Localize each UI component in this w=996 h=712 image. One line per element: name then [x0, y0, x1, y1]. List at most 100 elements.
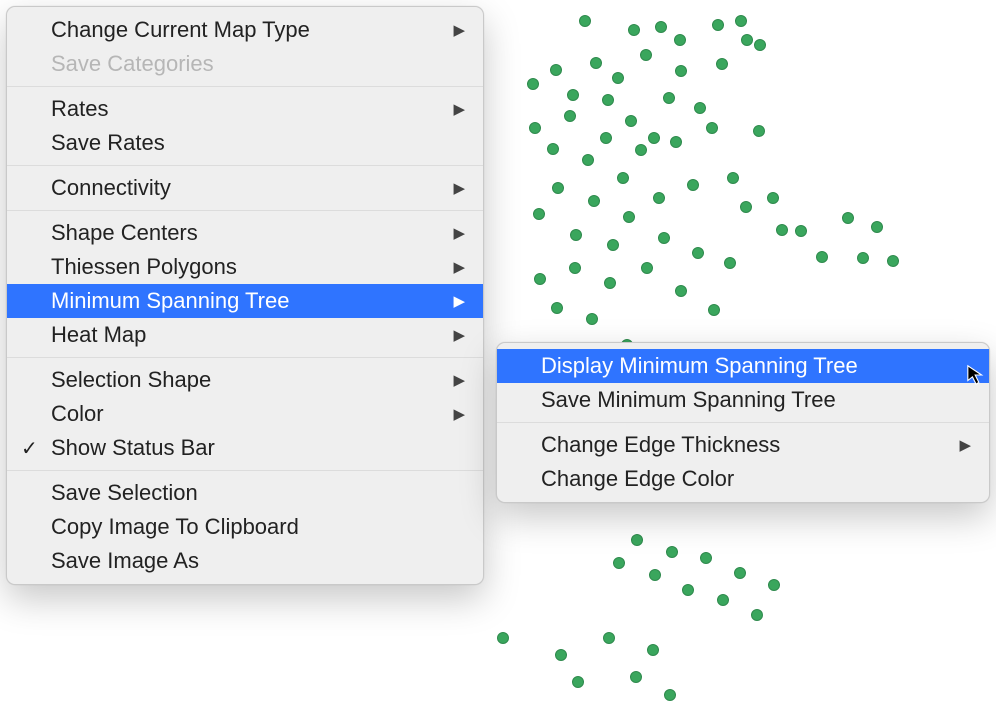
- scatter-dot: [857, 252, 869, 264]
- scatter-dot: [700, 552, 712, 564]
- menu-item-label: Save Categories: [51, 51, 465, 77]
- menu-item-selection-shape[interactable]: Selection Shape ▶: [7, 363, 483, 397]
- scatter-dot: [567, 89, 579, 101]
- menu-item-rates[interactable]: Rates ▶: [7, 92, 483, 126]
- scatter-dot: [582, 154, 594, 166]
- scatter-dot: [649, 569, 661, 581]
- scatter-dot: [795, 225, 807, 237]
- scatter-dot: [551, 302, 563, 314]
- mouse-cursor-icon: [966, 364, 988, 386]
- menu-item-save-categories: Save Categories: [7, 47, 483, 81]
- menu-separator: [7, 86, 483, 87]
- scatter-dot: [603, 632, 615, 644]
- menu-item-label: Display Minimum Spanning Tree: [541, 353, 971, 379]
- submenu-minimum-spanning-tree[interactable]: Display Minimum Spanning Tree Save Minim…: [496, 342, 990, 503]
- menu-separator: [7, 210, 483, 211]
- checkmark-icon: ✓: [21, 436, 38, 461]
- scatter-dot: [613, 557, 625, 569]
- scatter-dot: [706, 122, 718, 134]
- submenu-arrow-icon: ▶: [959, 436, 971, 454]
- menu-item-show-status-bar[interactable]: ✓ Show Status Bar: [7, 431, 483, 465]
- scatter-dot: [740, 201, 752, 213]
- scatter-dot: [687, 179, 699, 191]
- scatter-dot: [753, 125, 765, 137]
- scatter-dot: [628, 24, 640, 36]
- scatter-dot: [552, 182, 564, 194]
- scatter-dot: [675, 65, 687, 77]
- menu-separator: [7, 165, 483, 166]
- submenu-arrow-icon: ▶: [453, 258, 465, 276]
- menu-item-label: Copy Image To Clipboard: [51, 514, 465, 540]
- menu-item-label: Heat Map: [51, 322, 453, 348]
- scatter-dot: [751, 609, 763, 621]
- scatter-dot: [768, 579, 780, 591]
- submenu-item-change-edge-color[interactable]: Change Edge Color: [497, 462, 989, 496]
- scatter-dot: [564, 110, 576, 122]
- scatter-dot: [655, 21, 667, 33]
- menu-item-save-rates[interactable]: Save Rates: [7, 126, 483, 160]
- menu-item-label: Save Minimum Spanning Tree: [541, 387, 971, 413]
- scatter-dot: [712, 19, 724, 31]
- menu-item-shape-centers[interactable]: Shape Centers ▶: [7, 216, 483, 250]
- scatter-dot: [727, 172, 739, 184]
- scatter-dot: [640, 49, 652, 61]
- submenu-item-save-mst[interactable]: Save Minimum Spanning Tree: [497, 383, 989, 417]
- scatter-dot: [570, 229, 582, 241]
- scatter-dot: [674, 34, 686, 46]
- scatter-dot: [612, 72, 624, 84]
- scatter-dot: [776, 224, 788, 236]
- submenu-arrow-icon: ▶: [453, 371, 465, 389]
- scatter-dot: [767, 192, 779, 204]
- scatter-dot: [663, 92, 675, 104]
- scatter-dot: [716, 58, 728, 70]
- scatter-dot: [607, 239, 619, 251]
- scatter-dot: [816, 251, 828, 263]
- scatter-dot: [675, 285, 687, 297]
- scatter-dot: [527, 78, 539, 90]
- menu-item-label: Show Status Bar: [51, 435, 465, 461]
- menu-item-label: Minimum Spanning Tree: [51, 288, 453, 314]
- menu-item-connectivity[interactable]: Connectivity ▶: [7, 171, 483, 205]
- menu-item-minimum-spanning-tree[interactable]: Minimum Spanning Tree ▶: [7, 284, 483, 318]
- scatter-dot: [648, 132, 660, 144]
- scatter-dot: [600, 132, 612, 144]
- menu-item-label: Change Current Map Type: [51, 17, 453, 43]
- menu-item-color[interactable]: Color ▶: [7, 397, 483, 431]
- scatter-dot: [602, 94, 614, 106]
- menu-item-label: Connectivity: [51, 175, 453, 201]
- menu-item-label: Save Image As: [51, 548, 465, 574]
- scatter-dot: [692, 247, 704, 259]
- scatter-dot: [653, 192, 665, 204]
- scatter-dot: [708, 304, 720, 316]
- scatter-dot: [586, 313, 598, 325]
- menu-item-save-selection[interactable]: Save Selection: [7, 476, 483, 510]
- submenu-item-change-edge-thickness[interactable]: Change Edge Thickness ▶: [497, 428, 989, 462]
- scatter-dot: [572, 676, 584, 688]
- submenu-arrow-icon: ▶: [453, 326, 465, 344]
- scatter-dot: [735, 15, 747, 27]
- scatter-dot: [682, 584, 694, 596]
- menu-item-save-image-as[interactable]: Save Image As: [7, 544, 483, 578]
- scatter-dot: [588, 195, 600, 207]
- menu-separator: [497, 422, 989, 423]
- menu-item-copy-image-to-clipboard[interactable]: Copy Image To Clipboard: [7, 510, 483, 544]
- menu-item-label: Selection Shape: [51, 367, 453, 393]
- scatter-dot: [658, 232, 670, 244]
- scatter-dot: [670, 136, 682, 148]
- scatter-dot: [497, 632, 509, 644]
- menu-item-change-current-map-type[interactable]: Change Current Map Type ▶: [7, 13, 483, 47]
- scatter-dot: [623, 211, 635, 223]
- scatter-dot: [666, 546, 678, 558]
- scatter-dot: [647, 644, 659, 656]
- menu-separator: [7, 470, 483, 471]
- scatter-dot: [631, 534, 643, 546]
- submenu-arrow-icon: ▶: [453, 292, 465, 310]
- submenu-item-display-mst[interactable]: Display Minimum Spanning Tree: [497, 349, 989, 383]
- menu-separator: [7, 357, 483, 358]
- scatter-dot: [664, 689, 676, 701]
- menu-item-heat-map[interactable]: Heat Map ▶: [7, 318, 483, 352]
- submenu-arrow-icon: ▶: [453, 179, 465, 197]
- scatter-dot: [635, 144, 647, 156]
- context-menu[interactable]: Change Current Map Type ▶ Save Categorie…: [6, 6, 484, 585]
- menu-item-thiessen-polygons[interactable]: Thiessen Polygons ▶: [7, 250, 483, 284]
